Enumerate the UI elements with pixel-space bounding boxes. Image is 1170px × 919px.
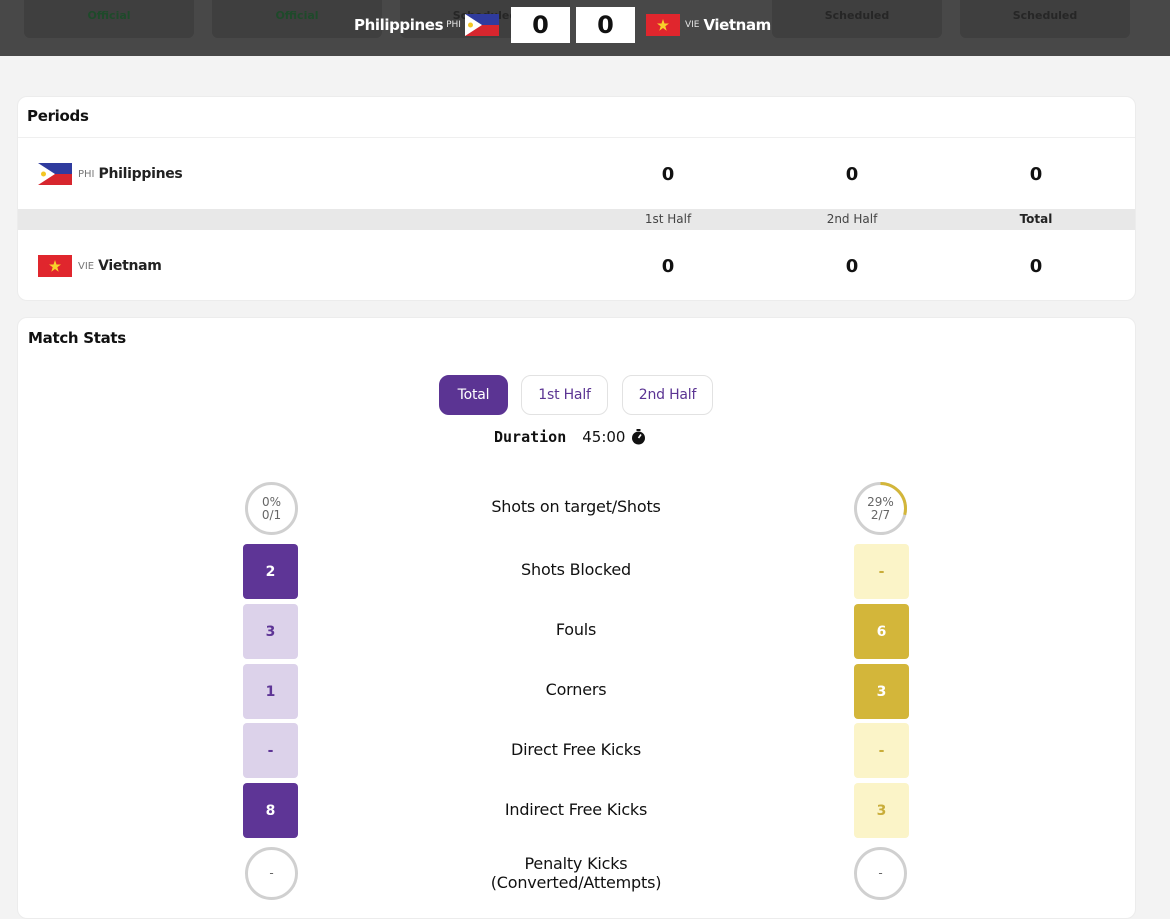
period-header-bar: 1st Half 2nd Half Total [18,209,1135,230]
tab-1st-half[interactable]: 1st Half [521,375,608,415]
home-shots-ratio: 0/1 [261,507,282,522]
duration-value: 45:00 [582,428,626,446]
away-corners: 3 [854,664,909,719]
score-1st-half: 0 [661,163,675,185]
period-label-2nd-half: 2nd Half [826,212,878,226]
match-top-bar: Official Official Scheduled Scheduled Sc… [0,0,1170,56]
stat-label-line: Penalty Kicks [524,854,628,873]
score-2nd-half: 0 [845,163,859,185]
away-team-name: Vietnam [703,16,771,34]
stopwatch-icon [631,429,646,445]
away-shots-ring: 29% 2/7 [853,481,908,536]
stat-label-direct-free-kicks: Direct Free Kicks [511,740,641,759]
periods-card: Periods PHI Philippines 0 0 0 1st Half 2… [17,96,1136,301]
away-shots-blocked: - [854,544,909,599]
away-indirect-free-kicks: 3 [854,783,909,838]
team-name-cell: VIE Vietnam [38,255,162,277]
away-shots-text: 29% 2/7 [853,481,908,536]
duration-row: Duration 45:00 [494,428,646,446]
home-shots-blocked: 2 [243,544,298,599]
away-fouls: 6 [854,604,909,659]
home-penalty-value: - [269,866,274,880]
philippines-flag-icon [38,163,72,185]
team-name: Philippines [98,166,183,182]
home-direct-free-kicks: - [243,723,298,778]
stat-label-corners: Corners [545,680,607,699]
period-row-away: VIE Vietnam 0 0 0 [18,233,1135,299]
away-score: 0 [575,7,635,43]
away-direct-free-kicks: - [854,723,909,778]
match-stats-card: Match Stats Total 1st Half 2nd Half Dura… [17,317,1136,919]
vietnam-flag-icon [38,255,72,277]
team-name: Vietnam [98,258,162,274]
tab-total[interactable]: Total [439,375,508,415]
home-shots-text: 0% 0/1 [244,481,299,536]
score-2nd-half: 0 [845,255,859,277]
periods-title: Periods [27,107,89,125]
score-1st-half: 0 [661,255,675,277]
period-label-1st-half: 1st Half [644,212,692,226]
home-corners: 1 [243,664,298,719]
stat-label-line: (Converted/Attempts) [490,873,662,892]
duration-label: Duration [494,428,567,446]
scoreboard: Philippines PHI 0 0 VIE Vietnam [354,7,771,43]
home-indirect-free-kicks: 8 [243,783,298,838]
home-shots-pct: 0% [261,494,282,509]
match-status: Official [275,9,319,22]
tab-2nd-half[interactable]: 2nd Half [622,375,713,415]
match-status: Official [87,9,131,22]
team-code: PHI [78,168,95,180]
home-team-code: PHI [446,20,461,30]
match-tile[interactable]: Scheduled [772,0,942,38]
match-status: Scheduled [824,9,890,22]
away-team-code: VIE [684,20,700,30]
match-status: Scheduled [1012,9,1078,22]
home-score: 0 [510,7,570,43]
stat-label-shots-on-target: Shots on target/Shots [491,497,661,516]
stat-label-shots-blocked: Shots Blocked [521,560,631,579]
home-shots-ring: 0% 0/1 [244,481,299,536]
team-name-cell: PHI Philippines [38,163,183,185]
philippines-flag-icon [464,14,499,36]
stat-label-indirect-free-kicks: Indirect Free Kicks [504,800,648,819]
stat-label-fouls: Fouls [555,620,597,639]
home-penalty-ring: - [244,846,299,901]
away-shots-pct: 29% [867,494,894,509]
match-tile[interactable]: Scheduled [960,0,1130,38]
period-row-home: PHI Philippines 0 0 0 [18,141,1135,207]
away-shots-ratio: 2/7 [870,507,891,522]
period-label-total: Total [1019,212,1053,226]
match-tile[interactable]: Official [24,0,194,38]
home-fouls: 3 [243,604,298,659]
stat-label-penalty-kicks: Penalty Kicks (Converted/Attempts) [426,854,726,892]
score-total: 0 [1029,255,1043,277]
home-team-name: Philippines [354,16,444,34]
score-total: 0 [1029,163,1043,185]
team-code: VIE [78,260,95,272]
divider [18,137,1135,138]
away-penalty-ring: - [853,846,908,901]
away-penalty-value: - [878,866,883,880]
vietnam-flag-icon [645,14,680,36]
match-stats-title: Match Stats [28,329,126,347]
